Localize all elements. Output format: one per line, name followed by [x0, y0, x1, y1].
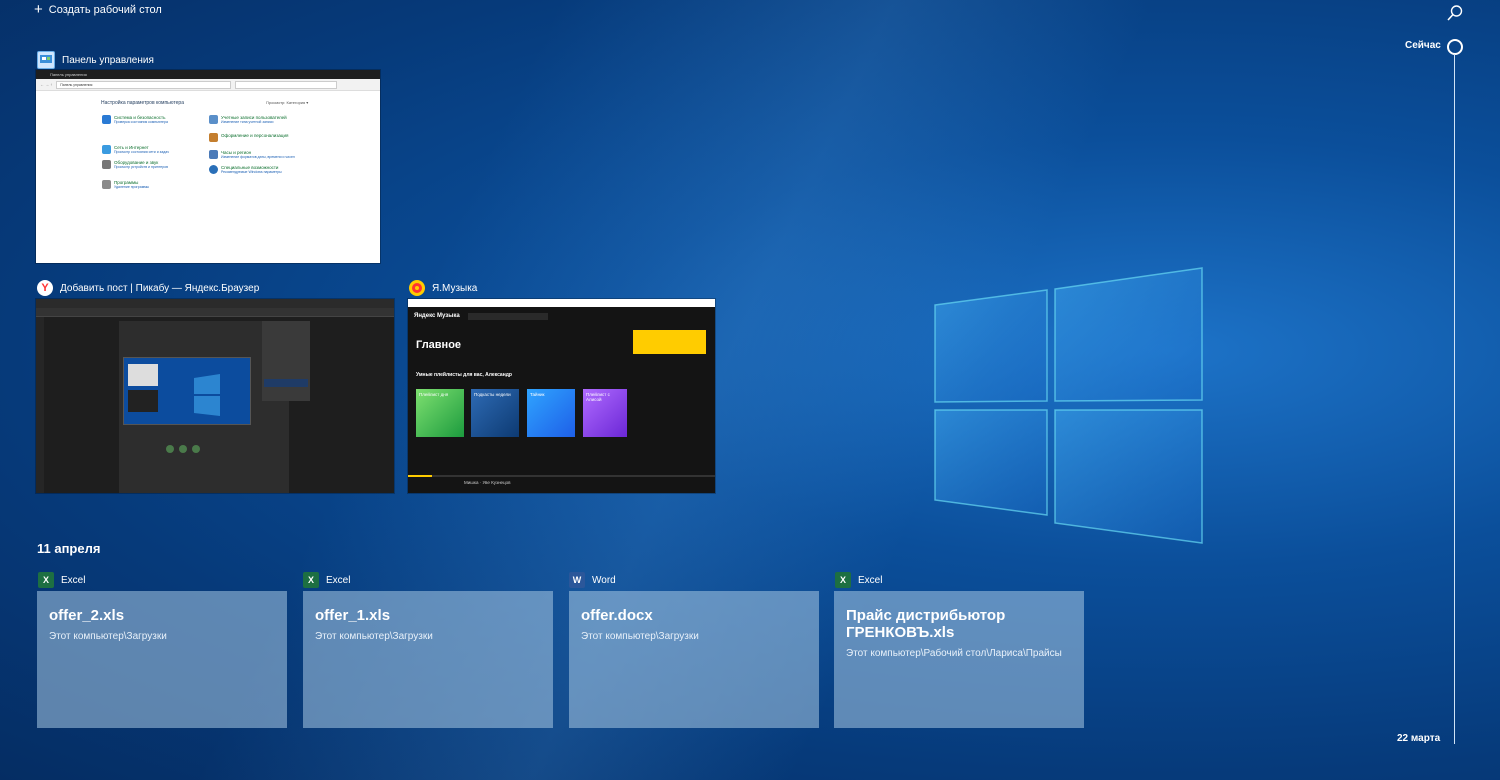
- doc-app-header: X Excel: [38, 572, 85, 588]
- music-heading: Главное: [416, 339, 462, 351]
- document-card[interactable]: offer_2.xls Этот компьютер\Загрузки: [37, 591, 287, 728]
- document-path: Этот компьютер\Рабочий стол\Лариса\Прайс…: [846, 648, 1062, 659]
- yandex-browser-icon: Y: [37, 280, 53, 296]
- cp-item: Часы и регион Изменение форматов даты, вр…: [209, 150, 295, 159]
- excel-icon: X: [835, 572, 851, 588]
- excel-icon: X: [38, 572, 54, 588]
- cp-item: Программы Удаление программы: [102, 180, 149, 189]
- doc-app-header: X Excel: [303, 572, 350, 588]
- document-card[interactable]: Прайс дистрибьютор ГРЕНКОВЪ.xls Этот ком…: [834, 591, 1084, 728]
- plus-icon: +: [34, 1, 43, 18]
- cp-item: Специальные возможности Рекомендуемые Win…: [209, 165, 282, 174]
- cp-item: Оборудование и звук Просмотр устройств и …: [102, 160, 168, 169]
- browser-thumbnail[interactable]: [36, 299, 394, 493]
- timeline-date-label: 22 марта: [1397, 733, 1441, 744]
- document-name: offer.docx: [581, 607, 653, 624]
- cp-item: Оформление и персонализация: [209, 133, 288, 142]
- music-subheading: Умные плейлисты для вас, Александр: [416, 372, 512, 378]
- activity-title: Я.Музыка: [432, 282, 478, 294]
- tile-title: Плейлист дня: [419, 392, 449, 397]
- document-path: Этот компьютер\Загрузки: [49, 631, 167, 642]
- document-name: offer_1.xls: [315, 607, 391, 624]
- activity-header-control-panel: Панель управления: [37, 51, 154, 69]
- activity-header-music: Я.Музыка: [409, 280, 477, 296]
- window-title: Панель управления: [36, 70, 380, 79]
- search-icon[interactable]: [1446, 4, 1464, 22]
- document-name: Прайс дистрибьютор ГРЕНКОВЪ.xls: [846, 607, 1006, 641]
- control-panel-thumbnail[interactable]: Панель управления ← → ↑ Панель управлени…: [36, 70, 380, 263]
- document-card[interactable]: offer.docx Этот компьютер\Загрузки: [569, 591, 819, 728]
- cp-item: Система и безопасность Проверка состояния…: [102, 115, 168, 124]
- control-panel-header: Настройка параметров компьютера: [101, 100, 184, 106]
- create-desktop-button[interactable]: + Создать рабочий стол: [34, 1, 162, 18]
- windows-logo-wallpaper: [934, 267, 1203, 544]
- tile-title: Подкасты недели: [474, 392, 511, 397]
- music-logo: Яндекс Музыка: [414, 313, 460, 319]
- search-box: [235, 80, 338, 89]
- timeline-now-label: Сейчас: [1405, 40, 1441, 51]
- activity-header-browser: Y Добавить пост | Пикабу — Яндекс.Браузе…: [37, 280, 259, 296]
- doc-app-header: X Excel: [835, 572, 882, 588]
- address-bar: ← → ↑ Панель управления: [36, 79, 380, 91]
- activity-title: Добавить пост | Пикабу — Яндекс.Браузер: [60, 282, 260, 294]
- document-path: Этот компьютер\Загрузки: [581, 631, 699, 642]
- cp-item: Сеть и Интернет Просмотр состояния сети и…: [102, 145, 169, 154]
- yandex-music-icon: [409, 280, 425, 296]
- control-panel-icon: [37, 51, 55, 69]
- timeline-scrollbar[interactable]: [1454, 54, 1455, 744]
- doc-app-header: W Word: [569, 572, 616, 588]
- view-mode: Просмотр: Категория ▾: [266, 100, 309, 105]
- activity-title: Панель управления: [62, 54, 154, 66]
- address-path: Панель управления: [56, 80, 232, 89]
- document-path: Этот компьютер\Загрузки: [315, 631, 433, 642]
- document-card[interactable]: offer_1.xls Этот компьютер\Загрузки: [303, 591, 553, 728]
- create-desktop-label: Создать рабочий стол: [48, 4, 162, 16]
- document-name: offer_2.xls: [49, 607, 125, 624]
- music-thumbnail[interactable]: Яндекс Музыка Главное Умные плейлисты дл…: [408, 299, 715, 493]
- section-date: 11 апреля: [37, 541, 101, 556]
- timeline-handle[interactable]: [1447, 39, 1463, 55]
- excel-icon: X: [303, 572, 319, 588]
- tile-title: Тайник: [530, 392, 545, 397]
- now-playing: Мишка · Уве Кузнецов: [464, 480, 511, 485]
- word-icon: W: [569, 572, 585, 588]
- tile-title: Плейлист с Алисой: [586, 392, 610, 402]
- cp-item: Учетные записи пользователей Изменение ти…: [209, 115, 287, 124]
